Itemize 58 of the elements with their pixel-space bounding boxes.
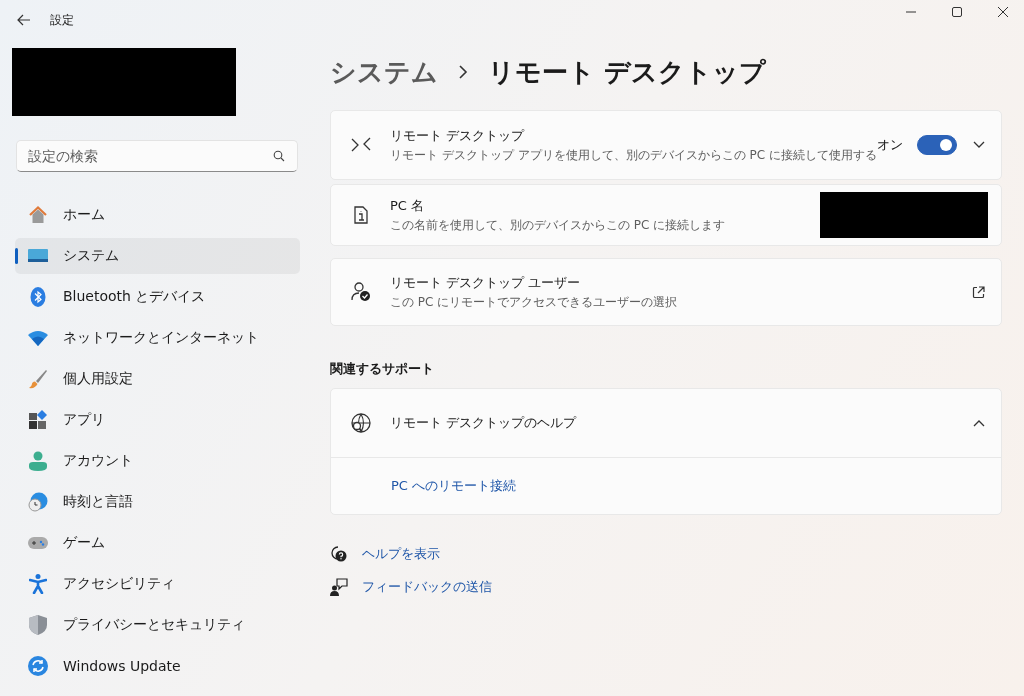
close-icon[interactable] — [997, 6, 1009, 18]
wifi-icon — [28, 330, 48, 346]
globe-clock-icon — [28, 492, 48, 512]
sidebar-item[interactable]: Windows Update — [15, 648, 300, 684]
remote-arrows-icon — [351, 137, 371, 153]
help-link[interactable]: PC へのリモート接続 — [391, 477, 517, 495]
gamepad-icon — [28, 536, 48, 550]
sidebar-item[interactable]: ゲーム — [15, 525, 300, 561]
help-bubble-icon — [330, 545, 348, 563]
monitor-icon — [28, 248, 48, 264]
back-arrow-icon[interactable] — [17, 14, 31, 26]
chevron-down-icon[interactable] — [973, 141, 985, 149]
setting-description: リモート デスクトップ アプリを使用して、別のデバイスからこの PC に接続して使用する — [390, 146, 877, 164]
section-heading: 関連するサポート — [330, 360, 435, 378]
feedback-person-icon — [330, 578, 348, 596]
footer-link[interactable]: フィードバックの送信 — [362, 578, 492, 596]
sidebar-item[interactable]: ホーム — [15, 197, 300, 233]
help-expander[interactable]: リモート デスクトップのヘルプ — [331, 389, 1001, 458]
sidebar-item[interactable]: 個人用設定 — [15, 361, 300, 397]
setting-card[interactable]: リモート デスクトップ ユーザー この PC にリモートでアクセスできるユーザーの選択 — [330, 258, 1002, 326]
setting-title: リモート デスクトップ — [390, 126, 526, 145]
external-link-icon[interactable] — [972, 285, 985, 299]
chevron-up-icon — [973, 419, 985, 427]
chevron-right-icon — [458, 65, 468, 79]
sidebar-item[interactable]: システム — [15, 238, 300, 274]
sidebar-item[interactable]: Bluetooth とデバイス — [15, 279, 300, 315]
person-icon — [29, 451, 47, 471]
breadcrumb-parent[interactable]: システム — [330, 54, 438, 90]
toggle-state-label: オン — [877, 136, 903, 154]
sidebar-item[interactable]: アプリ — [15, 402, 300, 438]
window-title: 設定 — [50, 11, 74, 29]
paintbrush-icon — [28, 369, 48, 389]
setting-title: PC 名 — [390, 196, 426, 215]
search-icon — [273, 150, 285, 162]
house-icon — [28, 205, 48, 225]
search-field[interactable]: 設定の検索 — [16, 140, 298, 172]
apps-grid-icon — [28, 410, 48, 430]
sidebar-item[interactable]: プライバシーとセキュリティ — [15, 607, 300, 643]
bluetooth-icon — [30, 287, 46, 307]
sidebar-item[interactable]: アカウント — [15, 443, 300, 479]
setting-description: この名前を使用して、別のデバイスからこの PC に接続します — [390, 216, 727, 234]
sidebar-item[interactable]: アクセシビリティ — [15, 566, 300, 602]
setting-card[interactable]: PC 名 この名前を使用して、別のデバイスからこの PC に接続します — [330, 184, 1002, 246]
footer-link[interactable]: ヘルプを表示 — [362, 545, 440, 563]
maximize-icon[interactable] — [951, 6, 963, 18]
toggle-switch[interactable] — [917, 135, 957, 155]
shield-icon — [29, 615, 47, 635]
globe-search-icon — [350, 412, 372, 434]
setting-title: リモート デスクトップ ユーザー — [390, 273, 582, 292]
refresh-icon — [28, 656, 48, 676]
setting-card[interactable]: リモート デスクトップ リモート デスクトップ アプリを使用して、別のデバイスからこの PC に接続して使用する オン — [330, 110, 1002, 180]
user-check-icon — [351, 282, 371, 302]
sidebar-item[interactable]: 時刻と言語 — [15, 484, 300, 520]
setting-description: この PC にリモートでアクセスできるユーザーの選択 — [390, 293, 679, 311]
document-info-icon — [354, 206, 368, 224]
page-title: リモート デスクトップ — [488, 55, 767, 89]
accessibility-figure-icon — [29, 574, 47, 594]
sidebar-item[interactable]: ネットワークとインターネット — [15, 320, 300, 356]
